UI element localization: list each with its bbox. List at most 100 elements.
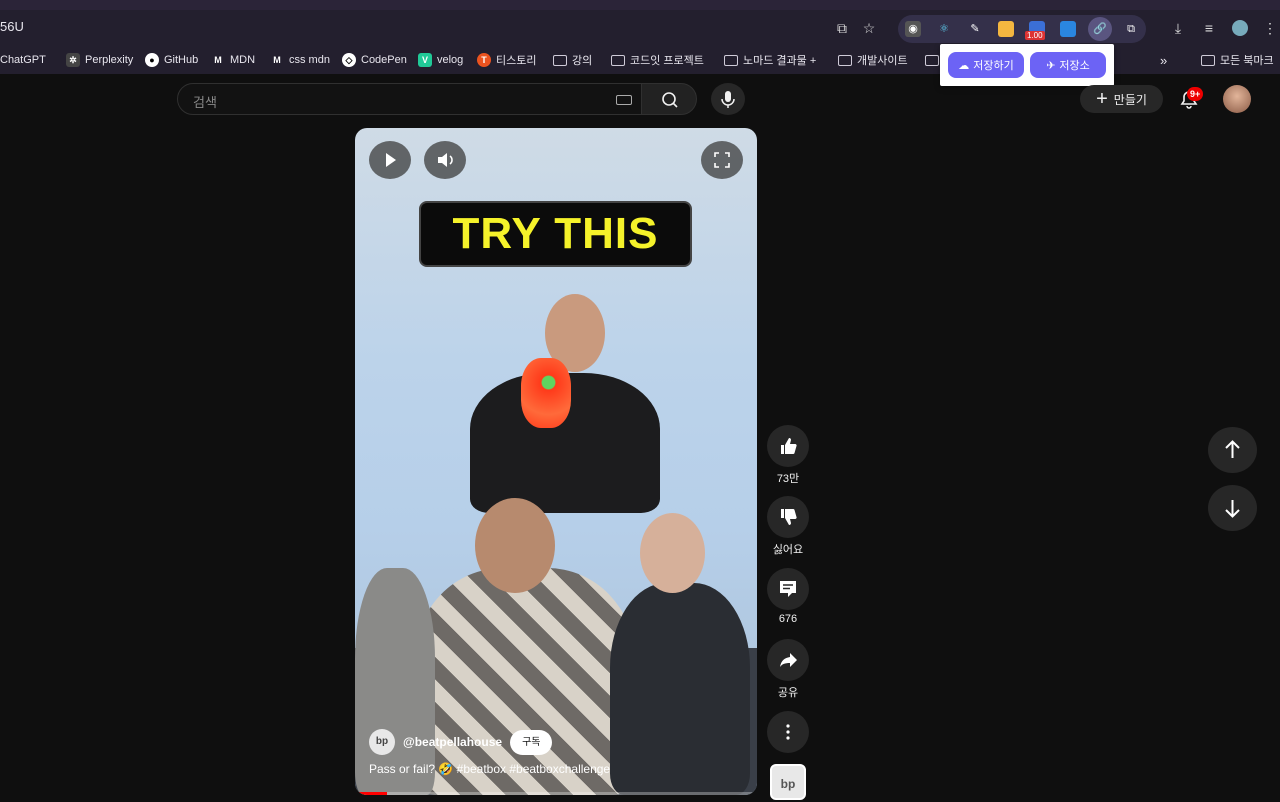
share-label: 공유 <box>777 687 799 699</box>
progress-fill <box>355 792 388 795</box>
link-ext-icon[interactable]: 🔗 <box>1088 17 1112 41</box>
search-placeholder: 검색 <box>193 95 217 110</box>
video-caption[interactable]: Pass or fail? 🤣 #beatbox #beatboxchallen… <box>369 762 610 776</box>
folder-icon <box>1201 54 1215 66</box>
mdn-icon: M <box>214 55 222 65</box>
create-label: 만들기 <box>1113 92 1147 107</box>
bookmark-label: velog <box>437 54 464 66</box>
bookmark-all[interactable]: 모든 북마크 <box>1201 52 1274 68</box>
video-scene-toy <box>521 358 571 428</box>
video-scene-head <box>475 498 555 593</box>
react-ext-icon[interactable]: ⚛ <box>936 21 952 37</box>
bookmark-folder-devsites[interactable]: 개발사이트 <box>838 52 908 68</box>
share-button[interactable] <box>767 639 809 681</box>
video-progress-bar[interactable] <box>355 792 757 795</box>
share-icon <box>780 653 797 667</box>
bookmark-label: css mdn <box>289 54 330 66</box>
volume-icon <box>438 153 453 167</box>
like-count: 73만 <box>776 473 800 485</box>
color-ext-icon[interactable] <box>998 21 1014 37</box>
bookmark-label: CodePen <box>361 54 407 66</box>
channel-logo-icon[interactable]: bp <box>369 729 395 755</box>
video-scene-person <box>415 568 635 795</box>
notification-badge: 9+ <box>1187 87 1204 101</box>
blue-ext-icon[interactable] <box>1060 21 1076 37</box>
video-scene-head <box>640 513 705 593</box>
comment-count: 676 <box>778 613 798 625</box>
bookmark-mdn[interactable]: M MDN <box>211 52 255 68</box>
folder-icon <box>838 54 852 66</box>
voice-search-button[interactable] <box>711 83 745 115</box>
search-button[interactable] <box>641 83 697 115</box>
bookmark-folder-lectures[interactable]: 강의 <box>553 52 592 68</box>
profile-icon[interactable] <box>1232 20 1248 36</box>
dislike-button[interactable] <box>767 496 809 538</box>
previous-video-button[interactable] <box>1208 427 1257 473</box>
plane-icon: ✈ <box>1046 59 1056 72</box>
bookmark-folder-nomad[interactable]: 노마드 결과물 + <box>724 52 816 68</box>
bookmark-perplexity[interactable]: ✲ Perplexity <box>66 52 133 68</box>
extension-popup: ☁ 저장하기 ✈ 저장소 <box>940 44 1114 86</box>
create-button[interactable]: + 만들기 <box>1080 85 1163 113</box>
plus-icon: + <box>1096 88 1108 110</box>
dislike-label: 싫어요 <box>772 544 804 556</box>
ext-badge: 1.00 <box>1025 31 1045 40</box>
star-icon[interactable]: ☆ <box>861 20 877 36</box>
thumbs-up-icon <box>781 438 797 454</box>
bookmark-velog[interactable]: Vvelog <box>418 52 463 68</box>
puzzle-icon[interactable]: ⧉ <box>1123 21 1139 37</box>
channel-thumbnail[interactable]: bp <box>770 764 806 800</box>
camera-ext-icon[interactable]: ◉ <box>905 21 921 37</box>
bookmark-label: 모든 북마크 <box>1220 55 1274 67</box>
play-button[interactable] <box>369 141 411 179</box>
bookmark-github[interactable]: ● GitHub <box>145 52 198 68</box>
velog-icon: V <box>418 53 432 67</box>
shorts-video-player[interactable]: TRY THIS bp @beatpellahouse 구독 Pass or f… <box>355 128 757 795</box>
avatar[interactable] <box>1223 85 1251 113</box>
comment-icon <box>780 581 796 597</box>
video-overlay-text: TRY THIS <box>419 201 692 267</box>
play-icon <box>386 153 396 167</box>
folder-icon <box>553 54 567 66</box>
subscribe-button[interactable]: 구독 <box>510 729 553 755</box>
keyboard-icon[interactable] <box>616 95 632 105</box>
perplexity-icon: ✲ <box>66 53 80 67</box>
storage-label: 저장소 <box>1059 60 1090 72</box>
folder-icon <box>925 54 939 66</box>
video-scene-person <box>355 568 435 795</box>
bookmark-tistory[interactable]: T 티스토리 <box>477 52 536 68</box>
bookmark-folder-codeit[interactable]: 코드잇 프로젝트 <box>611 52 704 68</box>
like-button[interactable] <box>767 425 809 467</box>
save-button[interactable]: ☁ 저장하기 <box>948 52 1024 78</box>
address-bar[interactable]: 56U ⧉ ☆ ◉ ⚛ ✎ 1.00 🔗 ⧉ ⤓ ≡ ⋮ <box>0 10 1280 46</box>
bookmark-folder-hidden[interactable] <box>925 52 939 68</box>
fullscreen-icon <box>714 152 730 168</box>
download-icon[interactable]: ⤓ <box>1170 20 1186 36</box>
install-icon[interactable]: ⧉ <box>834 20 850 36</box>
folder-icon <box>611 54 625 66</box>
bookmark-codepen[interactable]: ◇ CodePen <box>342 52 407 68</box>
volume-button[interactable] <box>424 141 466 179</box>
thumbs-down-icon <box>781 509 797 525</box>
next-video-button[interactable] <box>1208 485 1257 531</box>
fullscreen-button[interactable] <box>701 141 743 179</box>
more-bookmarks-chevron-icon[interactable]: » <box>1160 52 1167 68</box>
video-scene-person <box>610 583 750 795</box>
media-icon[interactable]: ≡ <box>1201 20 1217 36</box>
search-input[interactable]: 검색 <box>177 83 642 115</box>
comments-button[interactable] <box>767 568 809 610</box>
menu-icon[interactable]: ⋮ <box>1262 20 1278 36</box>
eyedropper-ext-icon[interactable]: ✎ <box>967 21 983 37</box>
bookmark-label: 개발사이트 <box>857 55 908 67</box>
folder-icon <box>724 54 738 66</box>
mdn-icon: M <box>273 55 281 65</box>
channel-name[interactable]: @beatpellahouse <box>403 735 502 749</box>
bookmark-label: 코드잇 프로젝트 <box>630 55 704 67</box>
storage-button[interactable]: ✈ 저장소 <box>1030 52 1106 78</box>
url-text[interactable]: 56U <box>0 19 24 34</box>
bookmark-css-mdn[interactable]: Mcss mdn <box>270 52 330 68</box>
bookmark-label: Perplexity <box>85 54 134 66</box>
more-options-button[interactable] <box>767 711 809 753</box>
github-icon: ● <box>145 53 159 67</box>
bookmark-chatgpt[interactable]: ChatGPT <box>0 52 46 68</box>
